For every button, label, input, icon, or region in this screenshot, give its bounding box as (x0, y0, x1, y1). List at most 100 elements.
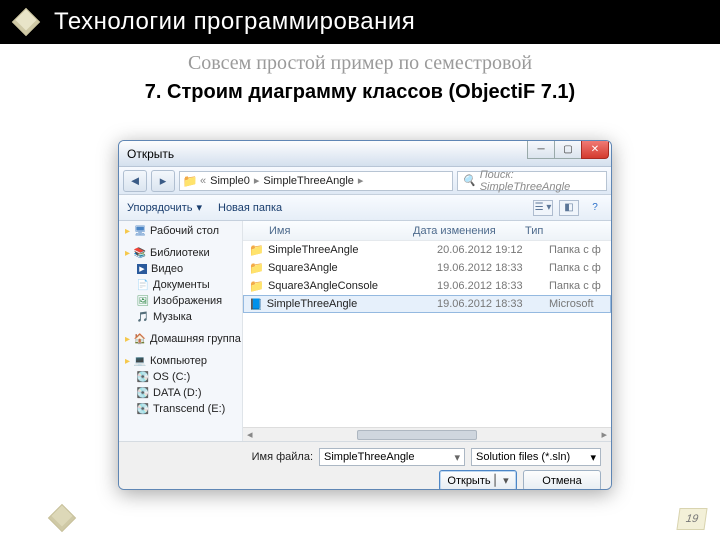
scroll-left-icon[interactable]: ◂ (243, 428, 257, 441)
arrow-right-icon: ▸ (160, 173, 167, 189)
expand-icon: ▸ (125, 248, 130, 259)
minimize-button[interactable]: ─ (527, 141, 555, 159)
open-button[interactable]: Открыть ▏▾ (439, 470, 517, 490)
organize-button[interactable]: Упорядочить ▾ (127, 201, 202, 214)
file-filter-select[interactable]: Solution files (*.sln) ▾ (471, 448, 601, 466)
column-headers[interactable]: Имя Дата изменения Тип (243, 221, 611, 241)
file-row[interactable]: 📁Square3AngleConsole 19.06.2012 18:33 Па… (243, 277, 611, 295)
file-date: 19.06.2012 18:33 (437, 280, 549, 292)
file-row[interactable]: 📘 SimpleThreeAngle 19.06.2012 18:33 Micro… (243, 295, 611, 313)
chevron-right-icon: ▸ (356, 174, 366, 187)
sidebar-item-label: Рабочий стол (150, 225, 219, 237)
file-type: Папка с ф (549, 244, 601, 256)
maximize-button[interactable]: ▢ (554, 141, 582, 159)
sidebar-tree[interactable]: ▸ 🖥 Рабочий стол ▸📚Библиотеки ▶ Видео📄 Докумен… (119, 221, 243, 441)
nav-back-button[interactable]: ◄ (123, 170, 147, 192)
sidebar-item[interactable]: ▸🏠Домашняя группа (119, 331, 242, 347)
file-date: 20.06.2012 19:12 (437, 244, 549, 256)
slide-logo-bottom-icon (46, 502, 72, 528)
comp-icon: 💻 (134, 355, 146, 367)
chevron-down-icon[interactable]: ▾ (454, 451, 460, 464)
dialog-toolbar: Упорядочить ▾ Новая папка ☰ ▾ ◧ ? (119, 195, 611, 221)
chevron-down-icon: ▾ (196, 201, 202, 214)
crumb-prefix: « (198, 175, 208, 187)
mus-icon: 🎵 (137, 311, 149, 323)
drive-icon: 💽 (137, 387, 149, 399)
drive-icon: 💽 (137, 403, 149, 415)
expand-icon: ▸ (125, 356, 130, 367)
doc-icon: 📄 (137, 279, 149, 291)
sidebar-item[interactable]: 💽 DATA (D:) (119, 385, 242, 401)
search-placeholder: Поиск: SimpleThreeAngle (480, 169, 602, 193)
chevron-down-icon: ▾ (590, 451, 596, 464)
crumb-1[interactable]: Simple0 (210, 175, 250, 187)
file-date: 19.06.2012 18:33 (437, 262, 549, 274)
sidebar-item-label: Документы (153, 279, 210, 291)
file-date: 19.06.2012 18:33 (437, 298, 549, 310)
view-mode-button[interactable]: ☰ ▾ (533, 200, 553, 216)
folder-icon: 📁 (249, 261, 264, 275)
slide-step-heading: 7. Строим диаграмму классов (ObjectiF 7.… (0, 81, 720, 104)
sidebar-item[interactable]: 📄 Документы (119, 277, 242, 293)
vid-icon: ▶ (137, 264, 147, 274)
sidebar-item[interactable]: ▶ Видео (119, 261, 242, 277)
sidebar-item-label: Изображения (153, 295, 222, 307)
dialog-nav-bar: ◄ ▸ 📁 « Simple0 ▸ SimpleThreeAngle ▸ 🔍 П… (119, 167, 611, 195)
file-row[interactable]: 📁 Square3Angle 19.06.2012 18:33 Папка с ф (243, 259, 611, 277)
file-name: Square3AngleConsole (268, 280, 378, 292)
dialog-titlebar[interactable]: Открыть ─ ▢ ✕ (119, 141, 611, 167)
horizontal-scrollbar[interactable]: ◂ ▸ (243, 427, 611, 441)
file-type: Microsoft (549, 298, 594, 310)
filename-input[interactable]: SimpleThreeAngle ▾ (319, 448, 465, 466)
help-button[interactable]: ? (585, 200, 605, 216)
nav-forward-button[interactable]: ▸ (151, 170, 175, 192)
preview-pane-button[interactable]: ◧ (559, 200, 579, 216)
file-name: SimpleThreeAngle (267, 298, 358, 310)
col-type[interactable]: Тип (525, 225, 611, 237)
sidebar-item-label: DATA (D:) (153, 387, 201, 399)
sidebar-item[interactable]: ▸ 🖥 Рабочий стол (119, 223, 242, 239)
open-file-dialog: Открыть ─ ▢ ✕ ◄ ▸ 📁 « Simple0 ▸ SimpleTh… (118, 140, 612, 490)
file-name: Square3Angle (268, 262, 338, 274)
sidebar-item-label: Домашняя группа (150, 333, 241, 345)
file-type: Папка с ф (549, 262, 601, 274)
close-button[interactable]: ✕ (581, 141, 609, 159)
file-list[interactable]: Имя Дата изменения Тип 📁SimpleThreeAngle… (243, 221, 611, 441)
dialog-title: Открыть (127, 147, 174, 161)
crumb-2[interactable]: SimpleThreeAngle (263, 175, 354, 187)
file-name: SimpleThreeAngle (268, 244, 359, 256)
expand-icon: ▸ (125, 226, 130, 237)
new-folder-button[interactable]: Новая папка (218, 202, 282, 214)
sidebar-item[interactable]: 💽Transcend (E:) (119, 401, 242, 417)
file-row[interactable]: 📁SimpleThreeAngle 20.06.2012 19:12 Папка… (243, 241, 611, 259)
arrow-left-icon: ◄ (129, 173, 142, 188)
solution-file-icon: 📘 (249, 298, 263, 311)
sidebar-item-label: Видео (151, 263, 183, 275)
desktop-icon: 🖥 (134, 225, 146, 237)
sidebar-item[interactable]: ▸ 💻 Компьютер (119, 353, 242, 369)
slide-logo-icon (10, 6, 42, 38)
img-icon: 🖼 (137, 295, 149, 307)
search-input[interactable]: 🔍 Поиск: SimpleThreeAngle (457, 171, 607, 191)
col-date[interactable]: Дата изменения (413, 225, 525, 237)
sidebar-item[interactable]: 🎵Музыка (119, 309, 242, 325)
chevron-right-icon: ▸ (252, 174, 262, 187)
sidebar-item[interactable]: 🖼 Изображения (119, 293, 242, 309)
folder-icon: 📁 (184, 175, 196, 187)
page-number: 19 (676, 508, 707, 530)
split-chevron-icon: ▏▾ (495, 474, 509, 487)
sidebar-item[interactable]: ▸📚Библиотеки (119, 245, 242, 261)
scroll-right-icon[interactable]: ▸ (597, 428, 611, 441)
sidebar-item-label: OS (C:) (153, 371, 190, 383)
cancel-button[interactable]: Отмена (523, 470, 601, 490)
slide-title-bar: Технологии программирования (0, 0, 720, 44)
breadcrumb-bar[interactable]: 📁 « Simple0 ▸ SimpleThreeAngle ▸ (179, 171, 453, 191)
folder-icon: 📁 (249, 279, 264, 293)
dialog-footer: Имя файла: SimpleThreeAngle ▾ Solution f… (119, 441, 611, 490)
scrollbar-thumb[interactable] (357, 430, 477, 440)
sidebar-item[interactable]: 💽 OS (C:) (119, 369, 242, 385)
expand-icon: ▸ (125, 334, 130, 345)
sidebar-item-label: Компьютер (150, 355, 207, 367)
col-name[interactable]: Имя (243, 225, 413, 237)
drive-icon: 💽 (137, 371, 149, 383)
